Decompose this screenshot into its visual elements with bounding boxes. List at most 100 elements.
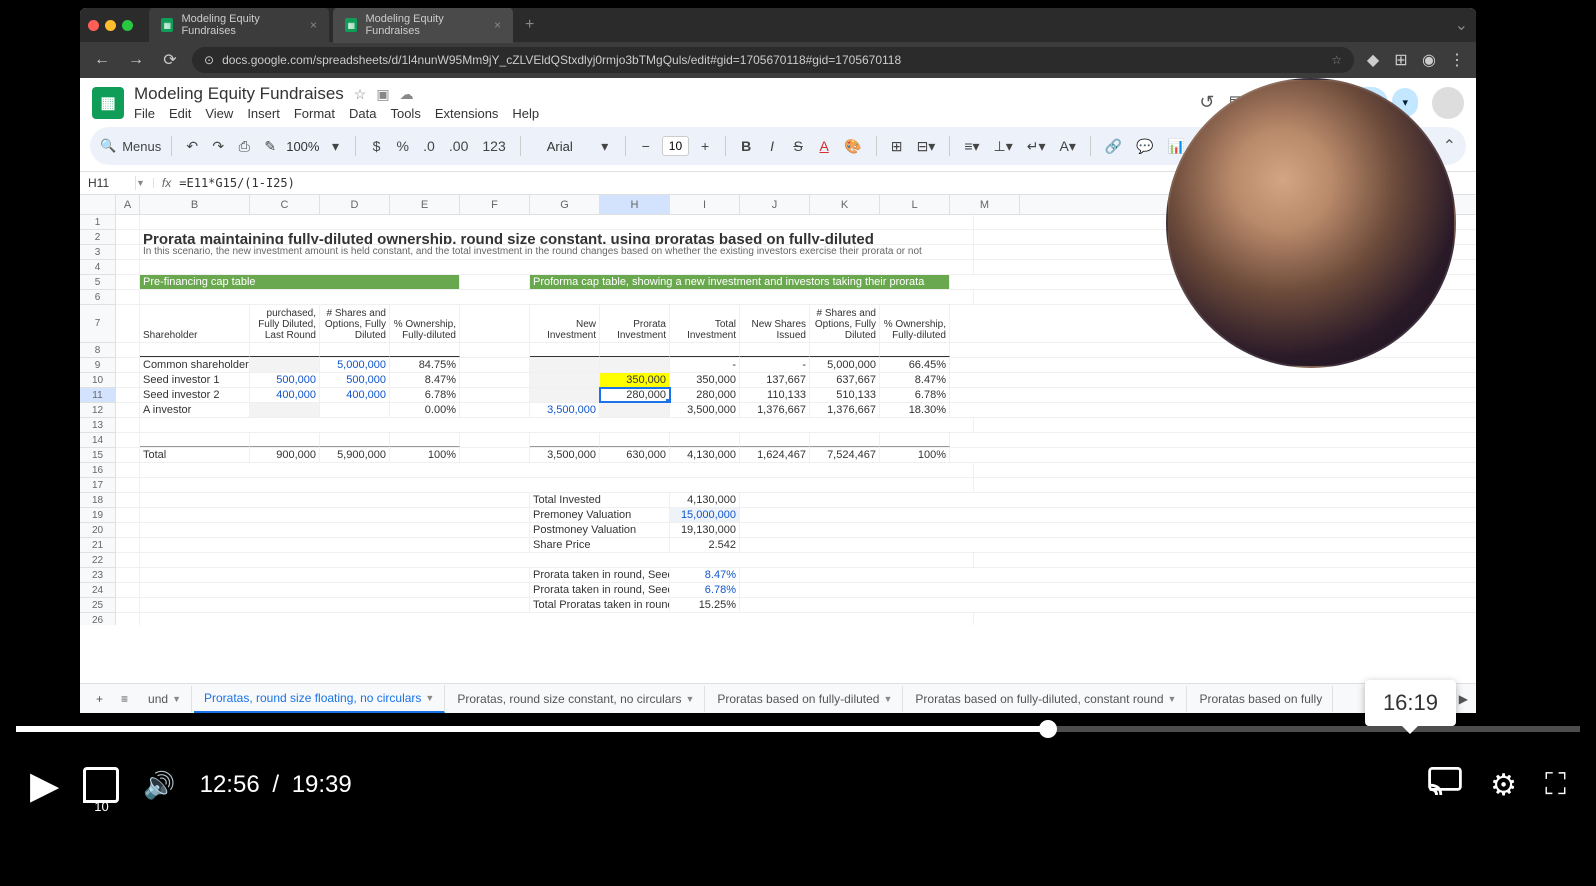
extensions-puzzle-icon[interactable]: ⊞ <box>1392 51 1410 69</box>
row-header[interactable]: 16 <box>80 463 116 478</box>
row-header[interactable]: 10 <box>80 373 116 388</box>
sheet-tab[interactable]: Proratas, round size floating, no circul… <box>194 685 445 713</box>
bookmark-star-icon[interactable]: ☆ <box>1331 53 1342 67</box>
row-header[interactable]: 14 <box>80 433 116 448</box>
address-bar[interactable]: ⊙ docs.google.com/spreadsheets/d/1l4nunW… <box>192 47 1354 73</box>
fullscreen-button[interactable]: ⛶ <box>1545 768 1566 802</box>
sheets-logo-icon[interactable]: ▦ <box>92 87 124 119</box>
move-icon[interactable]: ▣ <box>376 86 389 103</box>
increase-font-button[interactable]: + <box>695 134 715 158</box>
col-header-E[interactable]: E <box>390 195 460 214</box>
col-header-K[interactable]: K <box>810 195 880 214</box>
italic-button[interactable]: I <box>762 134 782 158</box>
sheet-tab[interactable]: Proratas based on fully-diluted▼ <box>707 686 903 712</box>
col-header-F[interactable]: F <box>460 195 530 214</box>
font-size-input[interactable]: 10 <box>662 136 689 156</box>
star-icon[interactable]: ☆ <box>354 86 367 103</box>
menu-insert[interactable]: Insert <box>247 106 280 121</box>
zoom-dropdown-icon[interactable]: ▾ <box>325 134 345 159</box>
col-header-I[interactable]: I <box>670 195 740 214</box>
row-header[interactable]: 25 <box>80 598 116 613</box>
wrap-button[interactable]: ↵▾ <box>1023 134 1050 159</box>
row-header[interactable]: 19 <box>80 508 116 523</box>
col-header-A[interactable]: A <box>116 195 140 214</box>
strikethrough-button[interactable]: S <box>788 134 808 158</box>
close-window-button[interactable] <box>88 20 99 31</box>
chevron-down-icon[interactable]: ▼ <box>685 694 694 704</box>
account-avatar[interactable] <box>1432 87 1464 119</box>
sheet-tab-partial[interactable]: und▼ <box>138 686 192 712</box>
comment-button[interactable]: 💬 <box>1132 134 1157 159</box>
col-header-J[interactable]: J <box>740 195 810 214</box>
new-tab-button[interactable]: + <box>525 16 534 34</box>
active-cell[interactable]: 280,000 <box>600 388 670 402</box>
col-header-C[interactable]: C <box>250 195 320 214</box>
cell-reference[interactable]: H11 <box>80 176 136 190</box>
increase-decimal-button[interactable]: .00 <box>445 134 472 158</box>
row-header[interactable]: 8 <box>80 343 116 358</box>
font-selector[interactable]: Arial <box>531 139 589 154</box>
print-button[interactable]: ⎙ <box>234 134 254 159</box>
row-header[interactable]: 5 <box>80 275 116 290</box>
more-formats-button[interactable]: 123 <box>478 134 509 158</box>
menu-extensions[interactable]: Extensions <box>435 106 499 121</box>
fill-color-button[interactable]: 🎨 <box>840 134 865 159</box>
row-header[interactable]: 24 <box>80 583 116 598</box>
col-header-G[interactable]: G <box>530 195 600 214</box>
site-info-icon[interactable]: ⊙ <box>204 53 214 67</box>
zoom-selector[interactable]: 100% <box>286 139 319 154</box>
maximize-window-button[interactable] <box>122 20 133 31</box>
row-header[interactable]: 15 <box>80 448 116 463</box>
row-header[interactable]: 6 <box>80 290 116 305</box>
forward-button[interactable]: → <box>124 51 148 69</box>
col-header-L[interactable]: L <box>880 195 950 214</box>
progress-thumb[interactable] <box>1039 720 1057 738</box>
halign-button[interactable]: ≡▾ <box>960 134 983 159</box>
menu-format[interactable]: Format <box>294 106 335 121</box>
name-box-dropdown-icon[interactable]: ▼ <box>136 178 154 188</box>
menu-edit[interactable]: Edit <box>169 106 191 121</box>
decrease-decimal-button[interactable]: .0 <box>419 134 439 158</box>
reload-button[interactable]: ⟳ <box>158 50 182 70</box>
row-header[interactable]: 13 <box>80 418 116 433</box>
text-color-button[interactable]: A <box>814 134 834 158</box>
history-icon[interactable]: ↺ <box>1199 92 1214 113</box>
sheet-tab[interactable]: Proratas based on fully-diluted, constan… <box>905 686 1187 712</box>
menu-help[interactable]: Help <box>512 106 539 121</box>
play-button[interactable]: ▶ <box>30 763 59 808</box>
scroll-right-icon[interactable]: ▶ <box>1459 692 1468 706</box>
col-header-M[interactable]: M <box>950 195 1020 214</box>
toolbar-search[interactable]: 🔍 Menus <box>100 138 161 154</box>
bold-button[interactable]: B <box>736 134 756 158</box>
close-tab-icon[interactable]: × <box>310 18 317 32</box>
chevron-down-icon[interactable]: ▼ <box>425 693 434 703</box>
col-header-B[interactable]: B <box>140 195 250 214</box>
row-header[interactable]: 1 <box>80 215 116 230</box>
percent-button[interactable]: % <box>392 134 412 158</box>
row-header[interactable]: 12 <box>80 403 116 418</box>
volume-button[interactable]: 🔊 <box>143 770 175 801</box>
collapse-toolbar-icon[interactable]: ⌃ <box>1443 136 1456 156</box>
menu-tools[interactable]: Tools <box>390 106 420 121</box>
menu-file[interactable]: File <box>134 106 155 121</box>
close-tab-icon[interactable]: × <box>494 18 501 32</box>
browser-tab-2[interactable]: ▦ Modeling Equity Fundraises × <box>333 8 513 43</box>
decrease-font-button[interactable]: − <box>636 134 656 158</box>
minimize-window-button[interactable] <box>105 20 116 31</box>
rotate-button[interactable]: A▾ <box>1056 134 1080 159</box>
add-sheet-button[interactable]: + <box>88 688 111 710</box>
chevron-down-icon[interactable]: ▼ <box>883 694 892 704</box>
browser-menu-icon[interactable]: ⋮ <box>1448 51 1466 69</box>
row-header[interactable]: 9 <box>80 358 116 373</box>
chevron-down-icon[interactable]: ▼ <box>172 694 181 704</box>
link-button[interactable]: 🔗 <box>1101 134 1126 159</box>
row-header[interactable]: 22 <box>80 553 116 568</box>
row-header[interactable]: 18 <box>80 493 116 508</box>
row-header[interactable]: 23 <box>80 568 116 583</box>
redo-button[interactable]: ↷ <box>208 134 228 159</box>
extension-icon-1[interactable]: ◆ <box>1364 51 1382 69</box>
row-header[interactable]: 21 <box>80 538 116 553</box>
all-sheets-button[interactable]: ≡ <box>113 688 136 710</box>
merge-button[interactable]: ⊟▾ <box>913 134 940 159</box>
col-header-H[interactable]: H <box>600 195 670 214</box>
